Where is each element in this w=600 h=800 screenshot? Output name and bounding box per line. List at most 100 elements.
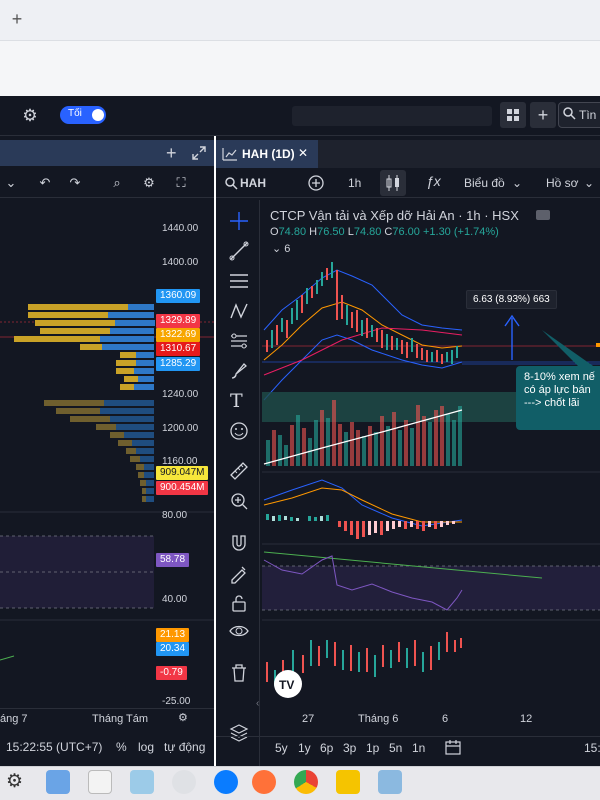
chevron-down-icon[interactable]: ⌄ xyxy=(512,176,522,190)
range-button[interactable]: 6p xyxy=(320,741,333,755)
search-icon xyxy=(563,107,576,120)
x-axis-label: Tháng 6 xyxy=(358,713,399,725)
y-axis-label: 1400.00 xyxy=(162,257,199,268)
range-button[interactable]: 3p xyxy=(343,741,356,755)
x-axis-label: 6 xyxy=(442,713,449,725)
chevron-down-icon: ⌄ xyxy=(272,243,282,255)
text-icon[interactable]: T xyxy=(230,390,243,412)
trash-icon[interactable] xyxy=(228,662,250,684)
price-tag: 58.78 xyxy=(156,553,190,567)
fib-icon[interactable] xyxy=(228,270,250,292)
callout-pointer xyxy=(542,330,596,368)
pattern-icon[interactable] xyxy=(228,300,250,322)
symbol-search-button[interactable]: HAH xyxy=(240,176,266,190)
left-add-button[interactable]: + xyxy=(166,142,182,164)
x-axis-label: áng 7 xyxy=(0,713,28,725)
expand-icon[interactable] xyxy=(192,146,206,160)
theme-toggle-label: Tối xyxy=(68,108,82,119)
y-axis-label: 40.00 xyxy=(162,594,188,605)
messenger-icon[interactable] xyxy=(214,770,238,794)
open-label: O xyxy=(270,226,279,238)
price-tag: 1322.69 xyxy=(156,328,201,342)
percent-toggle[interactable]: % xyxy=(116,740,127,754)
annotation-line: 8-10% xem nế xyxy=(524,371,595,383)
chart-tab-title: HAH (1D) xyxy=(242,147,295,161)
fullscreen-icon[interactable]: ⛶ xyxy=(172,174,190,192)
trendline-icon[interactable] xyxy=(228,240,250,262)
range-button[interactable]: 1p xyxy=(366,741,379,755)
chrome-icon[interactable] xyxy=(294,770,318,794)
chart-type-dropdown[interactable]: Biểu đồ xyxy=(464,176,505,190)
chevron-down-icon[interactable]: ⌄ xyxy=(584,176,594,190)
ohlc-readout: O74.80 H76.50 L74.80 C76.00 +1.30 (+1.74… xyxy=(270,226,499,238)
x-axis-label: Tháng Tám xyxy=(92,713,149,725)
prediction-icon[interactable] xyxy=(228,330,250,352)
layout-grid-button[interactable] xyxy=(500,102,526,128)
emoji-icon[interactable] xyxy=(228,420,250,442)
close-icon[interactable]: ✕ xyxy=(298,146,308,160)
profile-dropdown[interactable]: Hồ sơ xyxy=(546,176,579,190)
auto-toggle[interactable]: tự động xyxy=(164,740,205,754)
chart-legend-title[interactable]: CTCP Vận tải và Xếp dỡ Hải An · 1h · HSX xyxy=(270,208,519,223)
paint-icon[interactable] xyxy=(378,770,402,794)
rsi-band xyxy=(0,536,154,608)
x-axis-label: 27 xyxy=(302,713,315,725)
high-value: 76.50 xyxy=(317,226,345,238)
indicators-icon[interactable]: ƒx xyxy=(426,173,441,189)
lock-drawing-icon[interactable] xyxy=(228,562,250,584)
toolbar-placeholder xyxy=(292,106,492,126)
svg-text:TV: TV xyxy=(279,678,294,692)
price-tag: 1329.89 xyxy=(156,314,201,328)
settings-icon[interactable]: ⚙ xyxy=(178,711,188,724)
change-value: +1.30 (+1.74%) xyxy=(422,226,499,238)
app-icon[interactable] xyxy=(130,770,154,794)
right-clock[interactable]: 15:2 xyxy=(584,741,600,755)
crosshair-icon[interactable] xyxy=(228,210,250,232)
brush-icon[interactable] xyxy=(228,360,250,382)
chart-toolbar xyxy=(216,168,600,198)
clock-app-icon[interactable] xyxy=(172,770,196,794)
range-button[interactable]: 1y xyxy=(298,741,311,755)
compare-add-icon[interactable] xyxy=(307,174,325,192)
price-chart[interactable]: TV xyxy=(262,200,600,706)
new-tab-button[interactable]: + xyxy=(6,8,28,30)
high-label: H xyxy=(309,226,318,238)
calculator-icon[interactable] xyxy=(46,770,70,794)
indicators-toggle[interactable]: ⌄ 6 xyxy=(272,242,290,255)
app-icon[interactable] xyxy=(336,770,360,794)
annotation-callout[interactable]: 8-10% xem nế có áp lực bán ---> chốt lãi xyxy=(516,366,600,430)
log-toggle[interactable]: log xyxy=(138,740,154,754)
add-button[interactable]: + xyxy=(530,102,556,128)
y-axis-label: -25.00 xyxy=(162,696,191,707)
snipping-tool-icon[interactable] xyxy=(88,770,112,794)
zoom-icon[interactable]: ⌕ xyxy=(108,174,126,192)
zoom-in-icon[interactable] xyxy=(228,490,250,512)
range-button[interactable]: 5y xyxy=(275,741,288,755)
chart-icon xyxy=(222,148,237,161)
magnet-icon[interactable] xyxy=(228,532,250,554)
firefox-icon[interactable] xyxy=(252,770,276,794)
lock-icon[interactable] xyxy=(228,592,250,614)
y-axis-label: 1240.00 xyxy=(162,389,199,400)
chevron-down-icon[interactable]: ⌄ xyxy=(2,174,20,192)
x-axis-label: 12 xyxy=(520,713,533,725)
price-tag: 1360.09 xyxy=(156,289,201,303)
candle-style-button[interactable] xyxy=(380,170,406,196)
gear-icon[interactable]: ⚙ xyxy=(20,106,40,126)
legend-collapse-icon[interactable] xyxy=(536,210,550,220)
eye-icon[interactable] xyxy=(228,620,250,642)
range-button[interactable]: 1n xyxy=(412,741,425,755)
settings-icon[interactable]: ⚙ xyxy=(6,770,23,793)
range-button[interactable]: 5n xyxy=(389,741,402,755)
measurement-label[interactable]: 6.63 (8.93%) 663 xyxy=(466,290,557,309)
calendar-range-icon[interactable] xyxy=(444,738,462,756)
browser-tab-bar xyxy=(0,0,600,40)
settings-icon[interactable]: ⚙ xyxy=(140,174,158,192)
grid-icon xyxy=(507,109,519,121)
interval-button[interactable]: 1h xyxy=(348,176,361,190)
redo-icon[interactable]: ↷ xyxy=(66,174,84,192)
undo-icon[interactable]: ↶ xyxy=(36,174,54,192)
clock-time[interactable]: 15:22:55 (UTC+7) xyxy=(6,740,102,754)
collapse-toolbar-icon[interactable]: ‹ xyxy=(256,698,259,709)
ruler-icon[interactable] xyxy=(228,460,250,482)
